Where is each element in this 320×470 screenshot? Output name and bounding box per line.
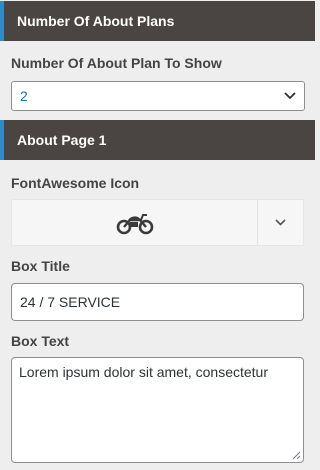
fontawesome-icon-picker[interactable] bbox=[11, 199, 304, 246]
chevron-down-icon bbox=[284, 92, 296, 100]
section-header-title: Number Of About Plans bbox=[17, 13, 175, 29]
box-title-value: 24 / 7 SERVICE bbox=[20, 294, 121, 310]
chevron-down-icon bbox=[275, 219, 286, 226]
plans-count-value: 2 bbox=[20, 88, 28, 104]
box-text-value: Lorem ipsum dolor sit amet, consectetur bbox=[19, 364, 268, 380]
box-text-textarea[interactable]: Lorem ipsum dolor sit amet, consectetur bbox=[11, 357, 304, 463]
fontawesome-icon-label: FontAwesome Icon bbox=[11, 175, 140, 191]
box-title-label: Box Title bbox=[11, 258, 70, 274]
motorcycle-icon bbox=[116, 213, 153, 234]
section-header-title: About Page 1 bbox=[17, 132, 107, 148]
resize-grip-icon[interactable] bbox=[292, 451, 301, 460]
box-title-input[interactable]: 24 / 7 SERVICE bbox=[11, 283, 304, 321]
plans-count-label: Number Of About Plan To Show bbox=[11, 55, 222, 71]
plans-count-select[interactable]: 2 bbox=[11, 81, 305, 111]
section-header-about-plans[interactable]: Number Of About Plans bbox=[0, 1, 315, 41]
section-header-about-page-1[interactable]: About Page 1 bbox=[0, 120, 315, 160]
box-text-label: Box Text bbox=[11, 333, 70, 349]
icon-preview[interactable] bbox=[12, 200, 257, 245]
icon-picker-toggle[interactable] bbox=[257, 200, 303, 245]
